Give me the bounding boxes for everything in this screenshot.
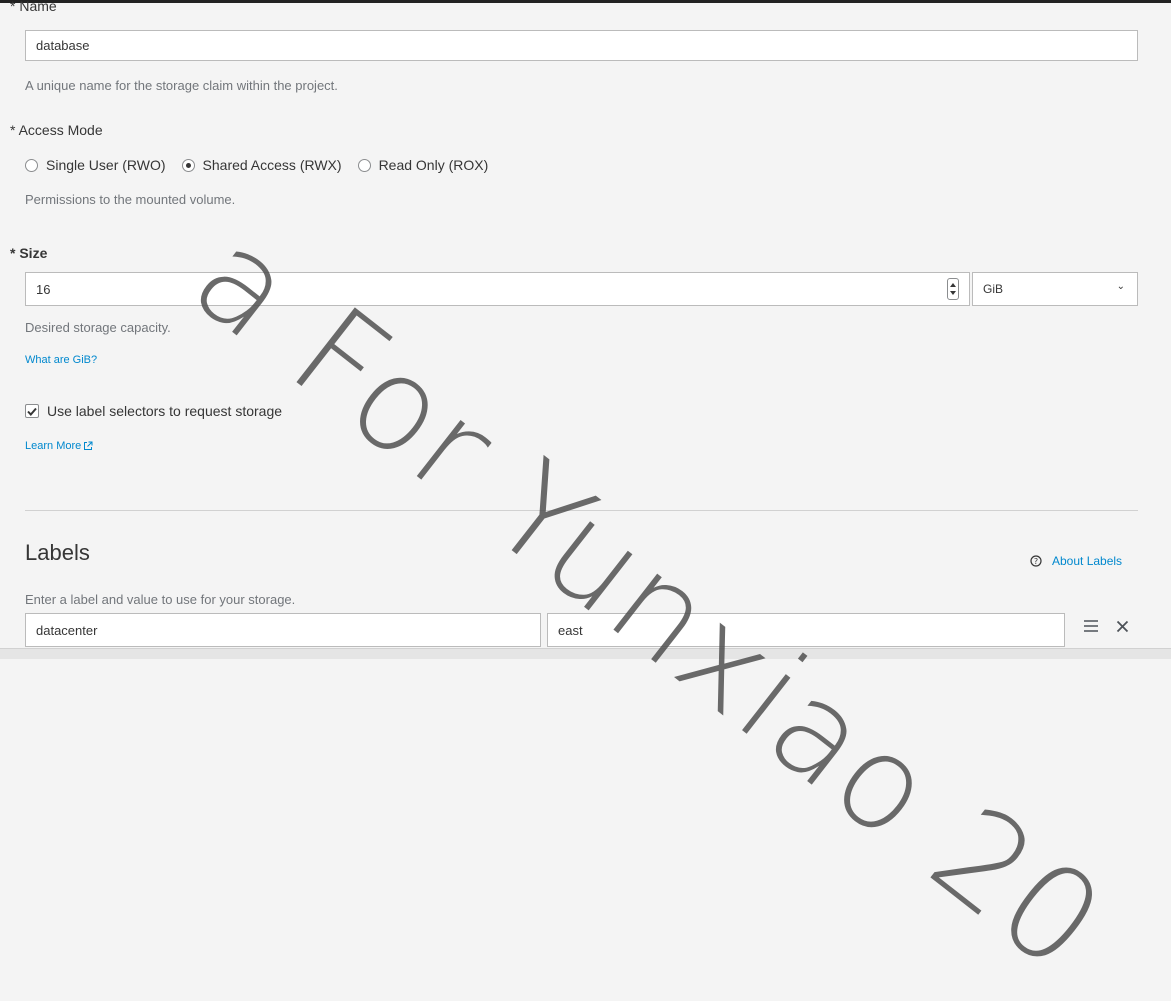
radio-single-user-label: Single User (RWO) — [46, 157, 166, 173]
labels-heading: Labels — [25, 540, 90, 565]
name-help: A unique name for the storage claim with… — [25, 78, 338, 93]
what-are-gib-link[interactable]: What are GiB? — [25, 354, 97, 366]
label-key-input[interactable]: datacenter — [25, 613, 541, 647]
size-unit-value: GiB — [983, 282, 1004, 296]
name-input-value: database — [36, 38, 90, 53]
stepper-down-icon[interactable] — [950, 291, 956, 295]
radio-single-user[interactable]: Single User (RWO) — [25, 157, 166, 173]
radio-shared-access[interactable]: Shared Access (RWX) — [181, 157, 342, 173]
label-value-input[interactable]: east — [547, 613, 1065, 647]
size-unit-select[interactable]: GiB ⌄ — [972, 272, 1138, 306]
watermark: a For Yunxiao 20 — [166, 200, 1132, 1001]
radio-shared-access-label: Shared Access (RWX) — [202, 157, 342, 173]
name-label: * Name — [10, 0, 57, 14]
chevron-down-icon: ⌄ — [1116, 281, 1125, 292]
size-label: * Size — [10, 245, 48, 261]
access-mode-help: Permissions to the mounted volume. — [25, 192, 236, 207]
label-selectors-checkbox-row[interactable]: Use label selectors to request storage — [25, 403, 282, 419]
size-input-value: 16 — [36, 281, 51, 297]
learn-more-link[interactable]: Learn More — [25, 440, 93, 452]
size-help: Desired storage capacity. — [25, 320, 171, 335]
size-input[interactable]: 16 — [25, 272, 970, 306]
access-mode-radio-group: Single User (RWO) Shared Access (RWX) Re… — [25, 157, 504, 173]
radio-circle-selected-icon — [181, 158, 195, 172]
about-labels-link[interactable]: ? About Labels — [1030, 554, 1122, 568]
label-key-value: datacenter — [36, 622, 98, 638]
label-value-value: east — [558, 622, 583, 638]
top-border — [0, 0, 1171, 3]
size-stepper[interactable] — [947, 278, 959, 300]
svg-text:?: ? — [1034, 557, 1038, 566]
section-divider — [25, 510, 1138, 511]
label-selectors-label: Use label selectors to request storage — [47, 403, 283, 419]
radio-read-only[interactable]: Read Only (ROX) — [357, 157, 489, 173]
stepper-up-icon[interactable] — [950, 283, 956, 287]
access-mode-label: * Access Mode — [10, 122, 103, 138]
about-labels-label: About Labels — [1052, 554, 1123, 568]
radio-circle-icon — [357, 158, 371, 172]
labels-help: Enter a label and value to use for your … — [25, 592, 296, 607]
radio-circle-icon — [25, 158, 38, 172]
radio-read-only-label: Read Only (ROX) — [378, 157, 489, 173]
bottom-bar — [0, 648, 1171, 659]
remove-label-button[interactable] — [1116, 620, 1129, 637]
close-icon — [1116, 620, 1129, 633]
learn-more-label: Learn More — [25, 440, 82, 452]
name-input[interactable]: database — [25, 30, 1138, 61]
external-link-icon — [84, 441, 93, 450]
checkmark-icon — [27, 407, 37, 416]
drag-handle-icon[interactable] — [1083, 620, 1099, 636]
question-circle-icon: ? — [1030, 555, 1042, 567]
label-selectors-checkbox[interactable] — [25, 404, 39, 418]
